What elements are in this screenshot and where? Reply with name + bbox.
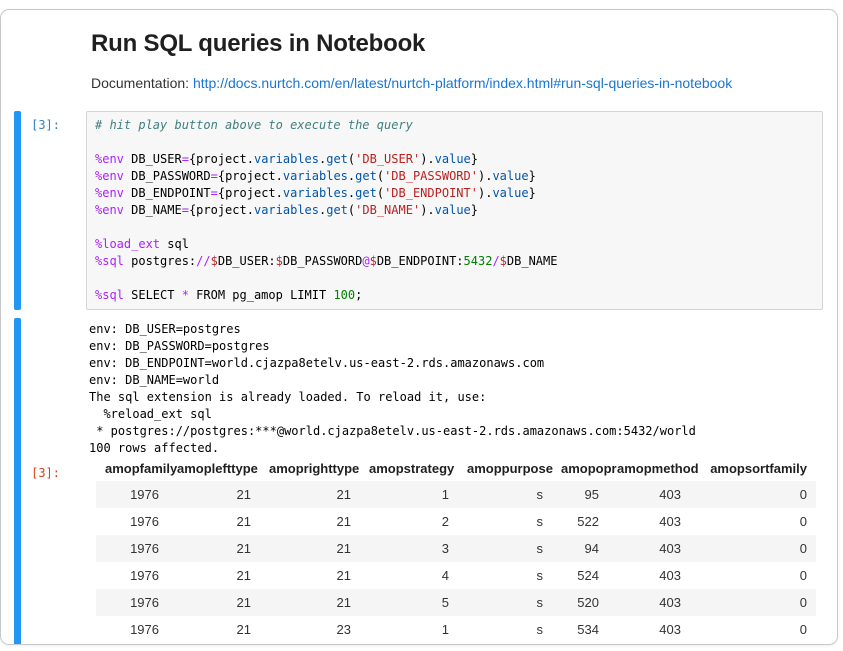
column-header: amopsortfamily	[690, 457, 816, 481]
table-cell: 1976	[96, 589, 168, 616]
table-cell: 0	[690, 589, 816, 616]
table-row: 197621211s954030	[96, 481, 816, 508]
table-cell: 1976	[96, 535, 168, 562]
table-cell: 21	[168, 589, 260, 616]
table-cell: 520	[552, 589, 608, 616]
table-cell: 94	[552, 535, 608, 562]
table-header-row: amopfamilyamoplefttypeamoprighttypeamops…	[96, 457, 816, 481]
table-cell: 1976	[96, 508, 168, 535]
table-cell: 403	[608, 481, 690, 508]
table-cell: 21	[168, 562, 260, 589]
output-cell: env: DB_USER=postgres env: DB_PASSWORD=p…	[1, 318, 837, 645]
table-cell: 21	[260, 481, 360, 508]
column-header: amopopr	[552, 457, 608, 481]
page-title: Run SQL queries in Notebook	[91, 29, 817, 59]
cell-collapser-input[interactable]	[14, 111, 21, 310]
result-table-wrap: amopfamilyamoplefttypeamoprighttypeamops…	[96, 457, 816, 645]
table-cell: 21	[168, 616, 260, 643]
table-cell: s	[458, 535, 552, 562]
code-cell: [3]: # hit play button above to execute …	[1, 111, 837, 310]
table-cell: 403	[608, 589, 690, 616]
table-cell: s	[458, 589, 552, 616]
table-cell: 403	[608, 562, 690, 589]
table-cell: 21	[260, 535, 360, 562]
table-cell: 5	[360, 589, 458, 616]
table-cell: 2	[360, 508, 458, 535]
table-cell: 403	[608, 616, 690, 643]
input-prompt: [3]:	[21, 111, 86, 310]
table-cell: s	[458, 508, 552, 535]
table-cell: 21	[260, 562, 360, 589]
table-cell: s	[458, 616, 552, 643]
table-row: 197621213s944030	[96, 535, 816, 562]
clipped-table-row	[96, 644, 816, 645]
stream-output: env: DB_USER=postgres env: DB_PASSWORD=p…	[21, 321, 837, 457]
table-cell: 95	[552, 481, 608, 508]
table-cell: 0	[690, 481, 816, 508]
table-cell: 403	[608, 508, 690, 535]
code-text: # hit play button above to execute the q…	[95, 117, 814, 304]
table-cell: 21	[168, 535, 260, 562]
table-row: 197621214s5244030	[96, 562, 816, 589]
table-cell: 23	[260, 616, 360, 643]
table-cell: 21	[168, 508, 260, 535]
table-cell: 1976	[96, 481, 168, 508]
table-row: 197621215s5204030	[96, 589, 816, 616]
code-editor[interactable]: # hit play button above to execute the q…	[86, 111, 823, 310]
output-prompt: [3]:	[21, 457, 86, 482]
column-header: amoprighttype	[260, 457, 360, 481]
table-cell: s	[458, 562, 552, 589]
notebook-window: Run SQL queries in Notebook Documentatio…	[0, 9, 838, 645]
table-cell: 1	[360, 616, 458, 643]
table-row: 197621231s5344030	[96, 616, 816, 643]
result-table: amopfamilyamoplefttypeamoprighttypeamops…	[96, 457, 816, 643]
column-header: amopmethod	[608, 457, 690, 481]
column-header: amoplefttype	[168, 457, 260, 481]
table-cell: 524	[552, 562, 608, 589]
table-cell: 1976	[96, 616, 168, 643]
table-cell: 522	[552, 508, 608, 535]
table-cell: s	[458, 481, 552, 508]
documentation-label: Documentation:	[91, 75, 193, 91]
column-header: amoppurpose	[458, 457, 552, 481]
table-cell: 0	[690, 508, 816, 535]
table-cell: 534	[552, 616, 608, 643]
table-cell: 21	[260, 508, 360, 535]
table-cell: 21	[260, 589, 360, 616]
table-cell: 0	[690, 616, 816, 643]
table-cell: 4	[360, 562, 458, 589]
documentation-line: Documentation: http://docs.nurtch.com/en…	[91, 75, 817, 92]
markdown-cell: Run SQL queries in Notebook Documentatio…	[1, 10, 837, 111]
table-cell: 0	[690, 535, 816, 562]
execute-result: [3]: amopfamilyamoplefttypeamoprighttype…	[21, 457, 837, 645]
table-cell: 0	[690, 562, 816, 589]
table-cell: 3	[360, 535, 458, 562]
column-header: amopfamily	[96, 457, 168, 481]
table-cell: 1976	[96, 562, 168, 589]
table-cell: 1	[360, 481, 458, 508]
stream-text: env: DB_USER=postgres env: DB_PASSWORD=p…	[89, 321, 837, 457]
documentation-link[interactable]: http://docs.nurtch.com/en/latest/nurtch-…	[193, 75, 732, 91]
table-cell: 21	[168, 481, 260, 508]
column-header: amopstrategy	[360, 457, 458, 481]
table-row: 197621212s5224030	[96, 508, 816, 535]
cell-collapser-output[interactable]	[14, 318, 21, 645]
table-cell: 403	[608, 535, 690, 562]
output-area: env: DB_USER=postgres env: DB_PASSWORD=p…	[21, 318, 837, 645]
